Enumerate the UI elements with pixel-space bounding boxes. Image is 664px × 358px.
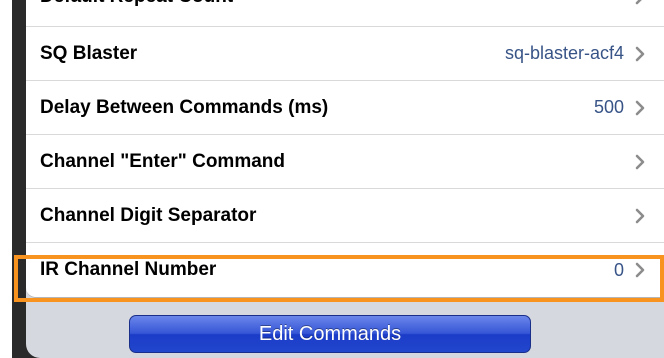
row-label: IR Channel Number	[40, 259, 217, 280]
settings-row-channel-digit-separator[interactable]: Channel Digit Separator	[26, 189, 664, 243]
row-value: sq-blaster-acf4	[504, 43, 624, 63]
chevron-right-icon	[635, 46, 645, 61]
chevron-right-icon	[635, 100, 645, 115]
row-label: Channel "Enter" Command	[40, 150, 285, 172]
settings-row-ir-channel-number[interactable]: IR Channel Number 0	[26, 243, 664, 297]
settings-group: Default Repeat Count SQ Blaster sq-blast…	[26, 0, 664, 298]
row-label: SQ Blaster	[40, 42, 138, 64]
chevron-right-icon	[635, 154, 645, 169]
chevron-right-icon	[635, 0, 642, 5]
settings-row-channel-enter-command[interactable]: Channel "Enter" Command	[26, 135, 664, 189]
row-label: Default Repeat Count	[40, 0, 624, 8]
settings-screen: Default Repeat Count SQ Blaster sq-blast…	[26, 0, 664, 358]
edit-commands-button[interactable]: Edit Commands	[129, 315, 531, 353]
chevron-right-icon	[635, 262, 645, 278]
row-label: Channel Digit Separator	[40, 204, 257, 226]
chevron-right-icon	[635, 208, 645, 223]
row-label: Delay Between Commands (ms)	[40, 96, 329, 118]
settings-row-sq-blaster[interactable]: SQ Blaster sq-blaster-acf4	[26, 27, 664, 81]
settings-row-default-repeat-count[interactable]: Default Repeat Count	[26, 0, 664, 27]
row-value: 0	[613, 259, 624, 280]
settings-row-delay-between-commands[interactable]: Delay Between Commands (ms) 500	[26, 81, 664, 135]
row-value: 500	[593, 97, 624, 117]
